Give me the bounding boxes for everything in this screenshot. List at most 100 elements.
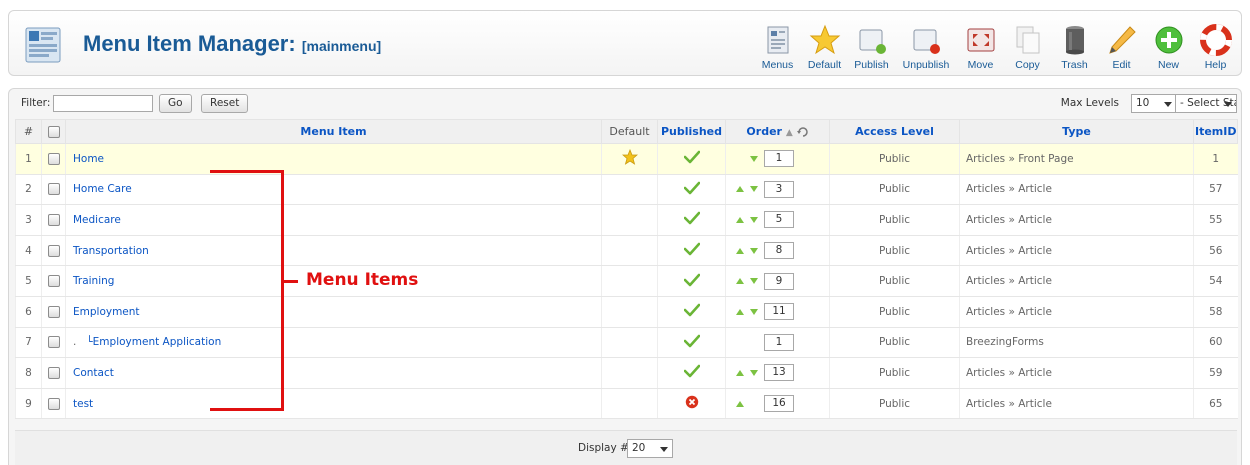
menu-item-link[interactable]: Training xyxy=(67,275,114,287)
order-input[interactable]: 9 xyxy=(764,272,794,290)
menu-item-link[interactable]: Contact xyxy=(67,367,114,379)
menus-button[interactable]: Menus xyxy=(756,17,799,73)
move-down-icon[interactable] xyxy=(750,278,758,285)
order-input[interactable]: 13 xyxy=(764,364,794,382)
menu-item-link[interactable]: Home xyxy=(67,153,104,165)
table-row[interactable]: 6 Employment 11 Public Articles » Article 58 xyxy=(15,296,1238,328)
table-row[interactable]: 2 Home Care 3 Public Articles » Article 57 xyxy=(15,174,1238,206)
col-header-order[interactable]: Order ▲ xyxy=(725,119,830,144)
row-checkbox[interactable] xyxy=(47,213,60,226)
menu-item-link[interactable]: Transportation xyxy=(67,245,149,257)
published-check-icon[interactable] xyxy=(683,365,700,381)
edit-button[interactable]: Edit xyxy=(1100,17,1143,73)
filter-bar: Filter: Go Reset Max Levels 10 - Select … xyxy=(9,89,1241,117)
move-button[interactable]: Move xyxy=(959,17,1002,73)
new-label: New xyxy=(1157,59,1179,71)
max-levels-select[interactable]: 10 xyxy=(1131,94,1177,113)
unpublished-x-icon[interactable] xyxy=(685,395,699,412)
order-cell: 11 xyxy=(725,296,830,328)
access-level[interactable]: Public xyxy=(829,235,960,267)
menu-item-link[interactable]: Home Care xyxy=(67,183,132,195)
display-count-select[interactable]: 20 xyxy=(627,439,673,458)
copy-button[interactable]: Copy xyxy=(1006,17,1049,73)
table-row[interactable]: 1 Home 1 Public Articles » Front Page 1 xyxy=(15,143,1238,175)
row-checkbox[interactable] xyxy=(47,244,60,257)
filter-input[interactable] xyxy=(53,95,153,112)
col-header-type[interactable]: Type xyxy=(959,119,1194,144)
default-star-icon[interactable] xyxy=(621,149,638,168)
order-input[interactable]: 1 xyxy=(764,150,794,168)
published-check-icon[interactable] xyxy=(683,212,700,228)
row-checkbox[interactable] xyxy=(47,336,60,349)
access-level[interactable]: Public xyxy=(829,388,960,420)
check-all-checkbox[interactable] xyxy=(47,126,60,138)
save-order-icon[interactable] xyxy=(796,126,809,138)
publish-label: Publish xyxy=(854,59,889,71)
access-level[interactable]: Public xyxy=(829,296,960,328)
table-row[interactable]: 8 Contact 13 Public Articles » Article 59 xyxy=(15,357,1238,389)
default-button[interactable]: Default xyxy=(803,17,846,73)
access-level[interactable]: Public xyxy=(829,357,960,389)
reset-button[interactable]: Reset xyxy=(201,94,249,113)
move-up-icon[interactable] xyxy=(736,308,744,315)
publish-button[interactable]: Publish xyxy=(850,17,893,73)
move-up-icon[interactable] xyxy=(736,216,744,223)
access-level[interactable]: Public xyxy=(829,265,960,297)
order-input[interactable]: 5 xyxy=(764,211,794,229)
move-up-icon[interactable] xyxy=(736,247,744,254)
menu-item-link[interactable]: Medicare xyxy=(67,214,121,226)
order-input[interactable]: 3 xyxy=(764,180,794,198)
access-level[interactable]: Public xyxy=(829,327,960,359)
move-up-icon[interactable] xyxy=(736,369,744,376)
col-header-itemid[interactable]: ItemID xyxy=(1193,119,1238,144)
table-row[interactable]: 9 test 16 Public Articles » Article 65 xyxy=(15,388,1238,420)
menu-item-link[interactable]: Employment Application xyxy=(93,336,222,348)
published-check-icon[interactable] xyxy=(683,273,700,290)
publish-icon xyxy=(859,29,886,54)
table-row[interactable]: 7 . └Employment Application 1 Public Breezing… xyxy=(15,327,1238,359)
move-down-icon[interactable] xyxy=(750,186,758,193)
move-up-icon[interactable] xyxy=(736,186,744,193)
menu-item-link[interactable]: Employment xyxy=(67,306,140,318)
col-header-default[interactable]: Default xyxy=(601,119,658,144)
row-checkbox[interactable] xyxy=(47,152,60,165)
state-select[interactable]: - Select State - xyxy=(1175,94,1237,113)
move-down-icon[interactable] xyxy=(750,369,758,376)
table-row[interactable]: 4 Transportation 8 Public Articles » Article… xyxy=(15,235,1238,267)
row-checkbox[interactable] xyxy=(47,366,60,379)
published-check-icon[interactable] xyxy=(683,150,700,167)
trash-button[interactable]: Trash xyxy=(1053,17,1096,73)
table-row[interactable]: 3 Medicare 5 Public Articles » Article 55 xyxy=(15,204,1238,236)
order-input[interactable]: 16 xyxy=(764,395,794,413)
row-checkbox[interactable] xyxy=(47,397,60,410)
order-input[interactable]: 8 xyxy=(764,242,794,260)
table-row[interactable]: 5 Training 9 Public Articles » Article 54 xyxy=(15,265,1238,297)
order-input[interactable]: 11 xyxy=(764,303,794,321)
published-check-icon[interactable] xyxy=(683,334,700,351)
access-level[interactable]: Public xyxy=(829,143,960,175)
row-checkbox[interactable] xyxy=(47,275,60,288)
help-button[interactable]: Help xyxy=(1194,17,1237,73)
move-up-icon[interactable] xyxy=(736,400,744,407)
col-header-menu-item[interactable]: Menu Item xyxy=(65,119,602,144)
col-header-access[interactable]: Access Level xyxy=(829,119,960,144)
new-button[interactable]: New xyxy=(1147,17,1190,73)
move-up-icon[interactable] xyxy=(736,278,744,285)
menu-item-link[interactable]: test xyxy=(67,398,93,410)
published-check-icon[interactable] xyxy=(683,242,700,259)
move-down-icon[interactable] xyxy=(750,247,758,254)
unpublish-button[interactable]: Unpublish xyxy=(897,17,955,73)
row-checkbox[interactable] xyxy=(47,183,60,196)
new-icon xyxy=(1155,26,1182,54)
row-checkbox[interactable] xyxy=(47,305,60,318)
col-header-published[interactable]: Published xyxy=(657,119,726,144)
access-level[interactable]: Public xyxy=(829,204,960,236)
access-level[interactable]: Public xyxy=(829,174,960,206)
move-down-icon[interactable] xyxy=(750,155,758,162)
published-check-icon[interactable] xyxy=(683,181,700,198)
go-button[interactable]: Go xyxy=(159,94,192,113)
order-input[interactable]: 1 xyxy=(764,333,794,351)
move-down-icon[interactable] xyxy=(750,308,758,315)
published-check-icon[interactable] xyxy=(683,303,700,320)
move-down-icon[interactable] xyxy=(750,216,758,223)
